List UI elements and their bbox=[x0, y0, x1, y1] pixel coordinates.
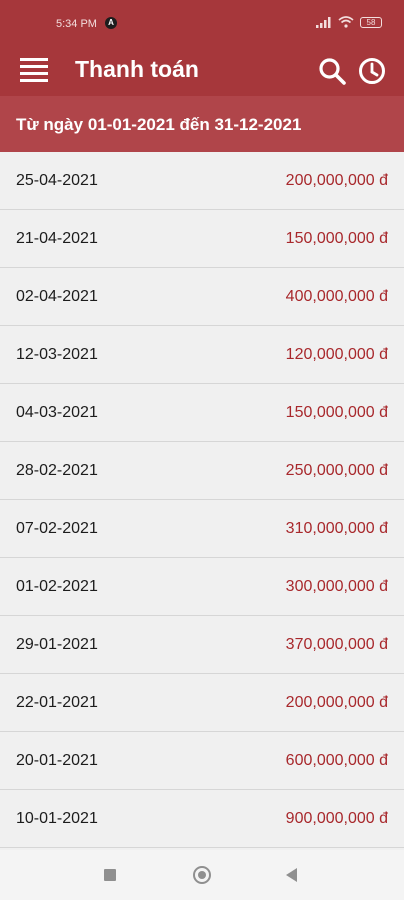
payment-amount: 200,000,000 đ bbox=[285, 694, 388, 711]
payment-amount: 120,000,000 đ bbox=[285, 346, 388, 363]
payment-date: 25-04-2021 bbox=[16, 172, 98, 189]
app-bar: Thanh toán bbox=[0, 46, 404, 96]
history-icon[interactable] bbox=[358, 57, 386, 85]
payment-row[interactable]: 22-01-2021 200,000,000 đ bbox=[0, 674, 404, 732]
battery-level: 58 bbox=[366, 17, 376, 27]
payment-row[interactable]: 28-02-2021 250,000,000 đ bbox=[0, 442, 404, 500]
payment-amount: 370,000,000 đ bbox=[285, 636, 388, 653]
payment-list[interactable]: 25-04-2021 200,000,000 đ 21-04-2021 150,… bbox=[0, 152, 404, 850]
payment-row[interactable]: 07-02-2021 310,000,000 đ bbox=[0, 500, 404, 558]
payment-date: 29-01-2021 bbox=[16, 636, 98, 653]
payment-amount: 310,000,000 đ bbox=[285, 520, 388, 537]
payment-row[interactable]: 01-02-2021 300,000,000 đ bbox=[0, 558, 404, 616]
payment-row[interactable]: 25-04-2021 200,000,000 đ bbox=[0, 152, 404, 210]
payment-date: 28-02-2021 bbox=[16, 462, 98, 479]
recents-icon[interactable] bbox=[104, 869, 116, 881]
payment-date: 21-04-2021 bbox=[16, 230, 98, 247]
payment-date: 01-02-2021 bbox=[16, 578, 98, 595]
payment-amount: 600,000,000 đ bbox=[285, 752, 388, 769]
wifi-icon bbox=[338, 16, 354, 28]
payment-amount: 200,000,000 đ bbox=[285, 172, 388, 189]
payment-date: 04-03-2021 bbox=[16, 404, 98, 421]
date-range-bar[interactable]: Từ ngày 01-01-2021 đến 31-12-2021 bbox=[0, 96, 404, 152]
payment-amount: 150,000,000 đ bbox=[285, 230, 388, 247]
menu-icon[interactable] bbox=[20, 57, 48, 83]
payment-row[interactable]: 10-01-2021 900,000,000 đ bbox=[0, 790, 404, 848]
payment-date: 10-01-2021 bbox=[16, 810, 98, 827]
payment-row[interactable]: 12-03-2021 120,000,000 đ bbox=[0, 326, 404, 384]
payment-row[interactable]: 21-04-2021 150,000,000 đ bbox=[0, 210, 404, 268]
home-icon[interactable] bbox=[193, 866, 211, 884]
payment-date: 22-01-2021 bbox=[16, 694, 98, 711]
payment-amount: 250,000,000 đ bbox=[285, 462, 388, 479]
page-title: Thanh toán bbox=[75, 56, 199, 82]
system-icons: 58 bbox=[316, 16, 382, 28]
payment-date: 07-02-2021 bbox=[16, 520, 98, 537]
signal-icon bbox=[316, 16, 331, 28]
system-nav-bar bbox=[0, 850, 404, 900]
search-icon[interactable] bbox=[318, 57, 346, 85]
payment-amount: 150,000,000 đ bbox=[285, 404, 388, 421]
payment-date: 02-04-2021 bbox=[16, 288, 98, 305]
payment-amount: 900,000,000 đ bbox=[285, 810, 388, 827]
payment-amount: 300,000,000 đ bbox=[285, 578, 388, 595]
payment-date: 12-03-2021 bbox=[16, 346, 98, 363]
payment-amount: 400,000,000 đ bbox=[285, 288, 388, 305]
payment-row[interactable]: 02-04-2021 400,000,000 đ bbox=[0, 268, 404, 326]
notification-badge-icon: A bbox=[105, 17, 117, 29]
payment-date: 20-01-2021 bbox=[16, 752, 98, 769]
back-icon[interactable] bbox=[286, 868, 297, 882]
payment-row[interactable]: 04-03-2021 150,000,000 đ bbox=[0, 384, 404, 442]
date-range-label: Từ ngày 01-01-2021 đến 31-12-2021 bbox=[16, 115, 302, 134]
payment-row[interactable]: 29-01-2021 370,000,000 đ bbox=[0, 616, 404, 674]
status-time: 5:34 PM bbox=[56, 18, 97, 30]
status-bar: 5:34 PM A 58 bbox=[0, 0, 404, 46]
payment-row[interactable]: 20-01-2021 600,000,000 đ bbox=[0, 732, 404, 790]
battery-icon: 58 bbox=[360, 16, 382, 28]
